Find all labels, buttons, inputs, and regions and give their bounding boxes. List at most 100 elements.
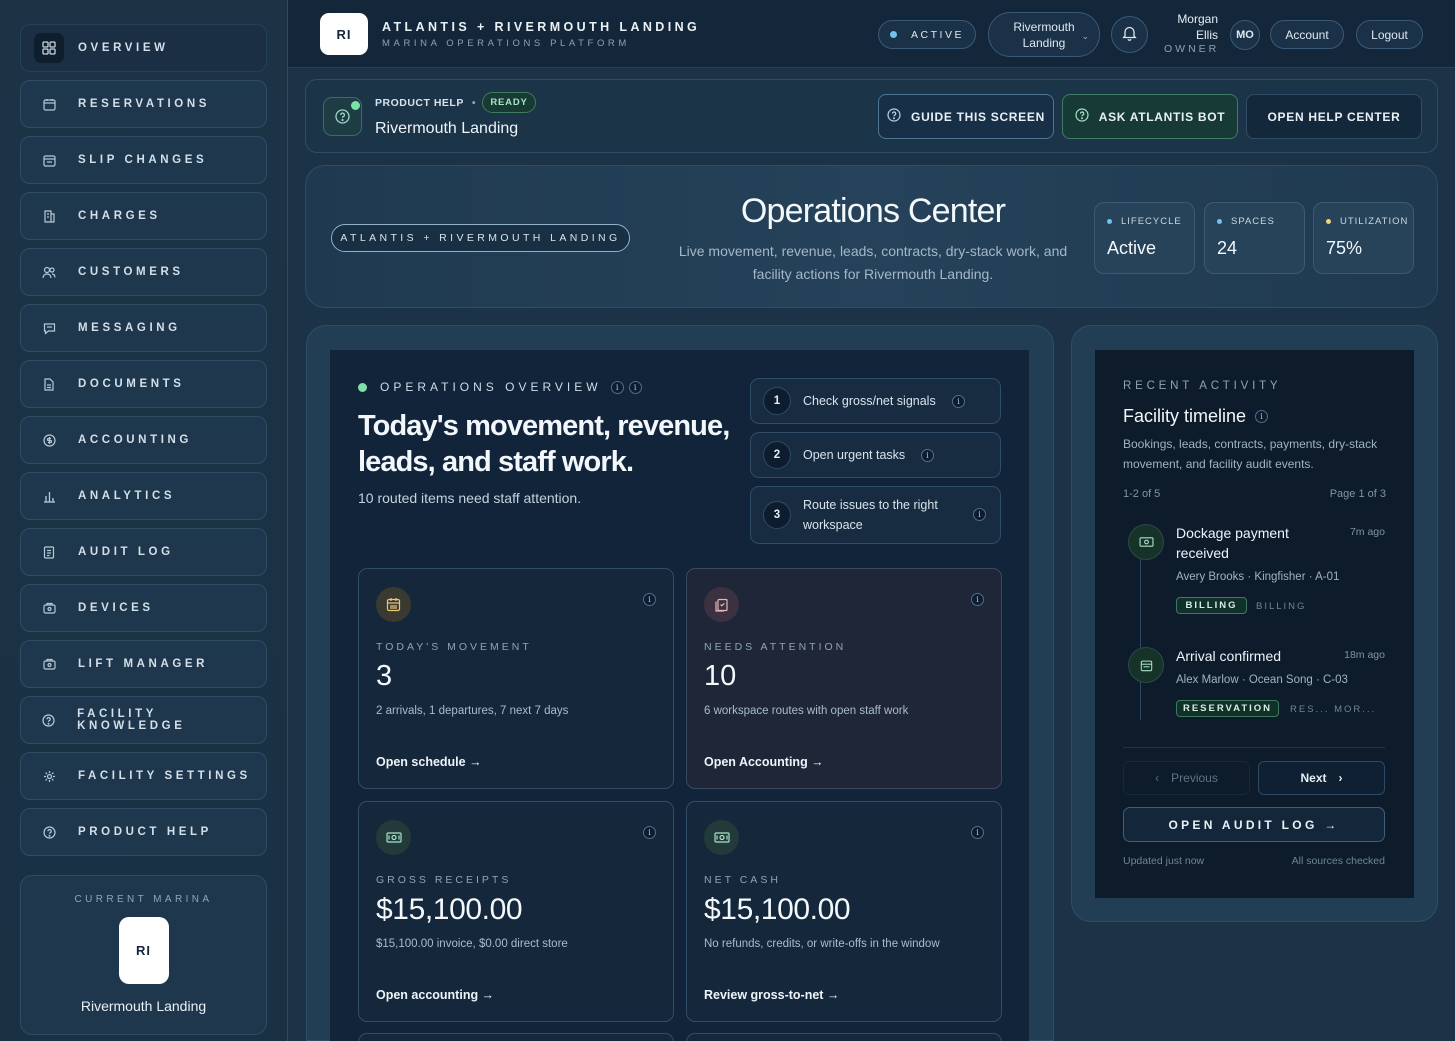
users-icon [34,257,64,287]
previous-button[interactable]: ‹ Previous [1123,761,1250,795]
sidebar-item-documents[interactable]: Documents [20,360,267,408]
review-gross-to-net-link[interactable]: Review gross-to-net → [704,988,839,1002]
sidebar-item-devices[interactable]: Devices [20,584,267,632]
product-help-bar: PRODUCT HELP • READY Rivermouth Landing G… [305,79,1438,153]
stat-label: UTILIZATION [1340,216,1409,227]
timeline-line [1140,540,1141,720]
sidebar-item-label: Reservations [78,98,211,110]
step-text: Check gross/net signals [803,394,936,408]
sidebar-item-lift-manager[interactable]: Lift manager [20,640,267,688]
sidebar-item-overview[interactable]: Overview [20,24,267,72]
sidebar-item-label: Messaging [78,322,181,334]
metric-subtext: No refunds, credits, or write-offs in th… [704,938,940,950]
current-marina-caption: CURRENT MARINA [74,894,213,905]
sidebar-item-label: Customers [78,266,184,278]
current-marina-card: CURRENT MARINA RI Rivermouth Landing [20,875,267,1035]
account-button[interactable]: Account [1270,20,1344,49]
sidebar-item-accounting[interactable]: Accounting [20,416,267,464]
sidebar-item-product-help[interactable]: Product help [20,808,267,856]
info-icon[interactable]: i [971,593,984,606]
info-icon[interactable]: i [643,593,656,606]
sidebar-item-label: Facility knowledge [77,708,186,732]
log-icon [34,537,64,567]
marina-selector-label: Rivermouth Landing [1013,19,1075,50]
event-time: 18m ago [1344,649,1385,661]
next-button[interactable]: Next › [1258,761,1385,795]
sources-status: All sources checked [1291,855,1385,867]
brand-subtitle: MARINA OPERATIONS PLATFORM [382,38,630,49]
status-dot-icon [1217,219,1222,224]
operations-overview-panel: OPERATIONS OVERVIEW i i Today's movement… [330,350,1029,1041]
metric-card-partial [686,1033,1002,1041]
sidebar-item-audit-log[interactable]: Audit log [20,528,267,576]
info-icon[interactable]: i [610,380,624,394]
event-title: Dockage payment received [1176,525,1289,561]
sidebar-item-facility-knowledge[interactable]: Facility knowledge [20,696,267,744]
sidebar-item-charges[interactable]: Charges [20,192,267,240]
sidebar-item-messaging[interactable]: Messaging [20,304,267,352]
step-number: 2 [763,441,791,469]
calendar-icon [1128,647,1164,683]
ask-bot-button[interactable]: ASK ATLANTIS BOT [1062,94,1238,139]
sidebar-item-label: Facility settings [78,770,251,782]
open-accounting-link[interactable]: Open accounting → [376,988,494,1002]
step-item[interactable]: 1 Check gross/net signals i [750,378,1001,424]
brand-logo[interactable]: RI [320,13,368,55]
marina-selector[interactable]: Rivermouth Landing ⌄ [988,12,1100,57]
sidebar-item-label: Audit log [78,546,174,558]
sidebar-item-analytics[interactable]: Analytics [20,472,267,520]
info-icon[interactable]: i [952,395,965,408]
guide-this-screen-button[interactable]: GUIDE THIS SCREEN [878,94,1054,139]
overview-kicker: OPERATIONS OVERVIEW i i [358,380,642,394]
notifications-button[interactable] [1111,16,1148,53]
step-item[interactable]: 3 Route issues to the right workspace i [750,486,1001,544]
open-help-center-button[interactable]: OPEN HELP CENTER [1246,94,1422,139]
updated-status: Updated just now [1123,855,1205,867]
metric-value: $15,100.00 [376,893,523,926]
activity-description: Bookings, leads, contracts, payments, dr… [1123,437,1378,471]
calendar-icon [34,89,64,119]
metric-subtext: 2 arrivals, 1 departures, 7 next 7 days [376,705,569,717]
info-icon[interactable]: i [1255,410,1269,423]
event-title: Arrival confirmed [1176,648,1282,664]
operations-hero: ATLANTIS + RIVERMOUTH LANDING Operations… [305,165,1438,308]
event-meta: Alex Marlow · Ocean Song · C-03 [1176,674,1348,686]
info-icon[interactable]: i [643,826,656,839]
logout-button[interactable]: Logout [1356,20,1423,49]
step-item[interactable]: 2 Open urgent tasks i [750,432,1001,478]
status-dot-icon [890,31,898,38]
info-icon[interactable]: i [973,508,986,521]
sidebar: Overview Reservations Slip changes Charg… [0,0,288,1041]
top-bar: RI ATLANTIS + RIVERMOUTH LANDING MARINA … [288,0,1455,68]
stat-value: 75% [1326,238,1363,258]
sidebar-item-facility-settings[interactable]: Facility settings [20,752,267,800]
open-accounting-link[interactable]: Open Accounting → [704,755,824,769]
avatar[interactable]: MO [1230,20,1260,50]
metric-card-net-cash: i NET CASH $15,100.00 No refunds, credit… [686,801,1002,1022]
sidebar-item-label: Lift manager [78,658,209,670]
ask-bot-label: ASK ATLANTIS BOT [1098,109,1226,124]
sidebar-item-reservations[interactable]: Reservations [20,80,267,128]
stat-utilization: UTILIZATION 75% [1313,202,1414,274]
stat-label: LIFECYCLE [1121,216,1182,227]
sidebar-item-slip-changes[interactable]: Slip changes [20,136,267,184]
event-tag: RESERVATION [1176,700,1279,717]
sidebar-item-customers[interactable]: Customers [20,248,267,296]
info-icon[interactable]: i [628,380,642,394]
event-time: 7m ago [1349,526,1385,538]
guide-label: GUIDE THIS SCREEN [911,109,1045,124]
cash-icon [376,820,411,855]
open-schedule-link[interactable]: Open schedule → [376,755,482,769]
activity-kicker: RECENT ACTIVITY [1123,380,1282,392]
page-title: Operations Center [740,192,1006,230]
status-dot-icon [1107,219,1112,224]
open-audit-log-button[interactable]: OPEN AUDIT LOG → [1123,807,1385,842]
step-text: Route issues to the right workspace [803,498,938,532]
help-kicker: PRODUCT HELP • [375,97,477,109]
sidebar-item-label: Overview [78,42,169,54]
metric-card-gross-receipts: i GROSS RECEIPTS $15,100.00 $15,100.00 i… [358,801,674,1022]
activity-count: 1-2 of 5 [1123,488,1161,500]
info-icon[interactable]: i [921,449,934,462]
info-icon[interactable]: i [971,826,984,839]
stat-spaces: SPACES 24 [1204,202,1305,274]
